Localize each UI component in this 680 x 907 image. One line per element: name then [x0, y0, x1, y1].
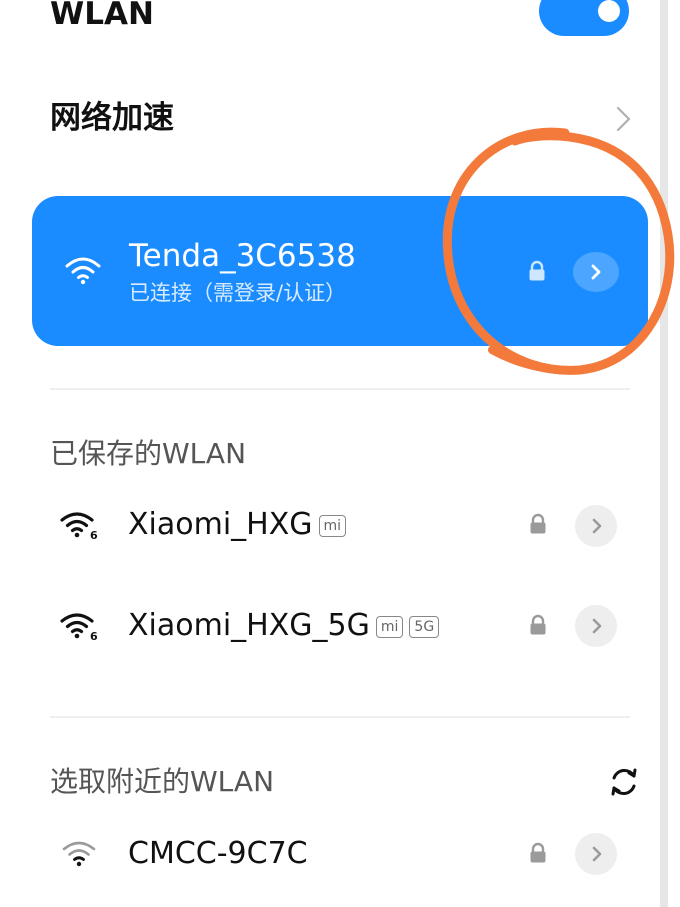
wlan-title: WLAN	[50, 0, 154, 32]
mi-badge: mi	[375, 615, 404, 638]
network-ssid: Xiaomi_HXG_5G	[128, 608, 370, 643]
network-accel-label[interactable]: 网络加速	[50, 98, 174, 138]
wifi-icon	[65, 257, 101, 285]
svg-text:6: 6	[90, 630, 98, 642]
wlan-toggle[interactable]	[539, 0, 629, 36]
chevron-right-icon	[592, 618, 602, 634]
network-ssid: Xiaomi_HXG	[128, 507, 313, 542]
annotation-circle	[442, 127, 675, 375]
nearby-network-item[interactable]: CMCC-9C7C	[128, 834, 308, 874]
divider	[50, 716, 630, 718]
connected-ssid: Tenda_3C6538	[129, 238, 356, 274]
wifi-6-icon: 6	[60, 613, 98, 642]
mi-badge: mi	[318, 514, 347, 537]
wifi-icon	[62, 841, 96, 867]
band-5g-badge: 5G	[409, 615, 440, 638]
chevron-right-icon	[592, 518, 602, 534]
network-ssid: CMCC-9C7C	[128, 836, 308, 871]
network-detail-button[interactable]	[575, 505, 617, 547]
lock-icon	[530, 614, 546, 635]
network-detail-button[interactable]	[575, 605, 617, 647]
network-detail-button[interactable]	[575, 833, 617, 875]
chevron-right-icon	[592, 846, 602, 862]
refresh-icon[interactable]	[606, 764, 642, 800]
divider	[50, 388, 630, 390]
saved-network-item[interactable]: Xiaomi_HXG_5G mi 5G	[128, 606, 440, 646]
toggle-knob	[598, 0, 620, 22]
connected-status: 已连接（需登录/认证）	[129, 281, 347, 305]
lock-icon	[530, 513, 546, 534]
saved-networks-label: 已保存的WLAN	[50, 437, 247, 470]
saved-network-item[interactable]: Xiaomi_HXG mi	[128, 505, 347, 545]
nearby-networks-label: 选取附近的WLAN	[50, 765, 275, 798]
lock-icon	[530, 842, 546, 863]
wifi-6-icon: 6	[60, 512, 98, 541]
svg-text:6: 6	[90, 529, 98, 541]
